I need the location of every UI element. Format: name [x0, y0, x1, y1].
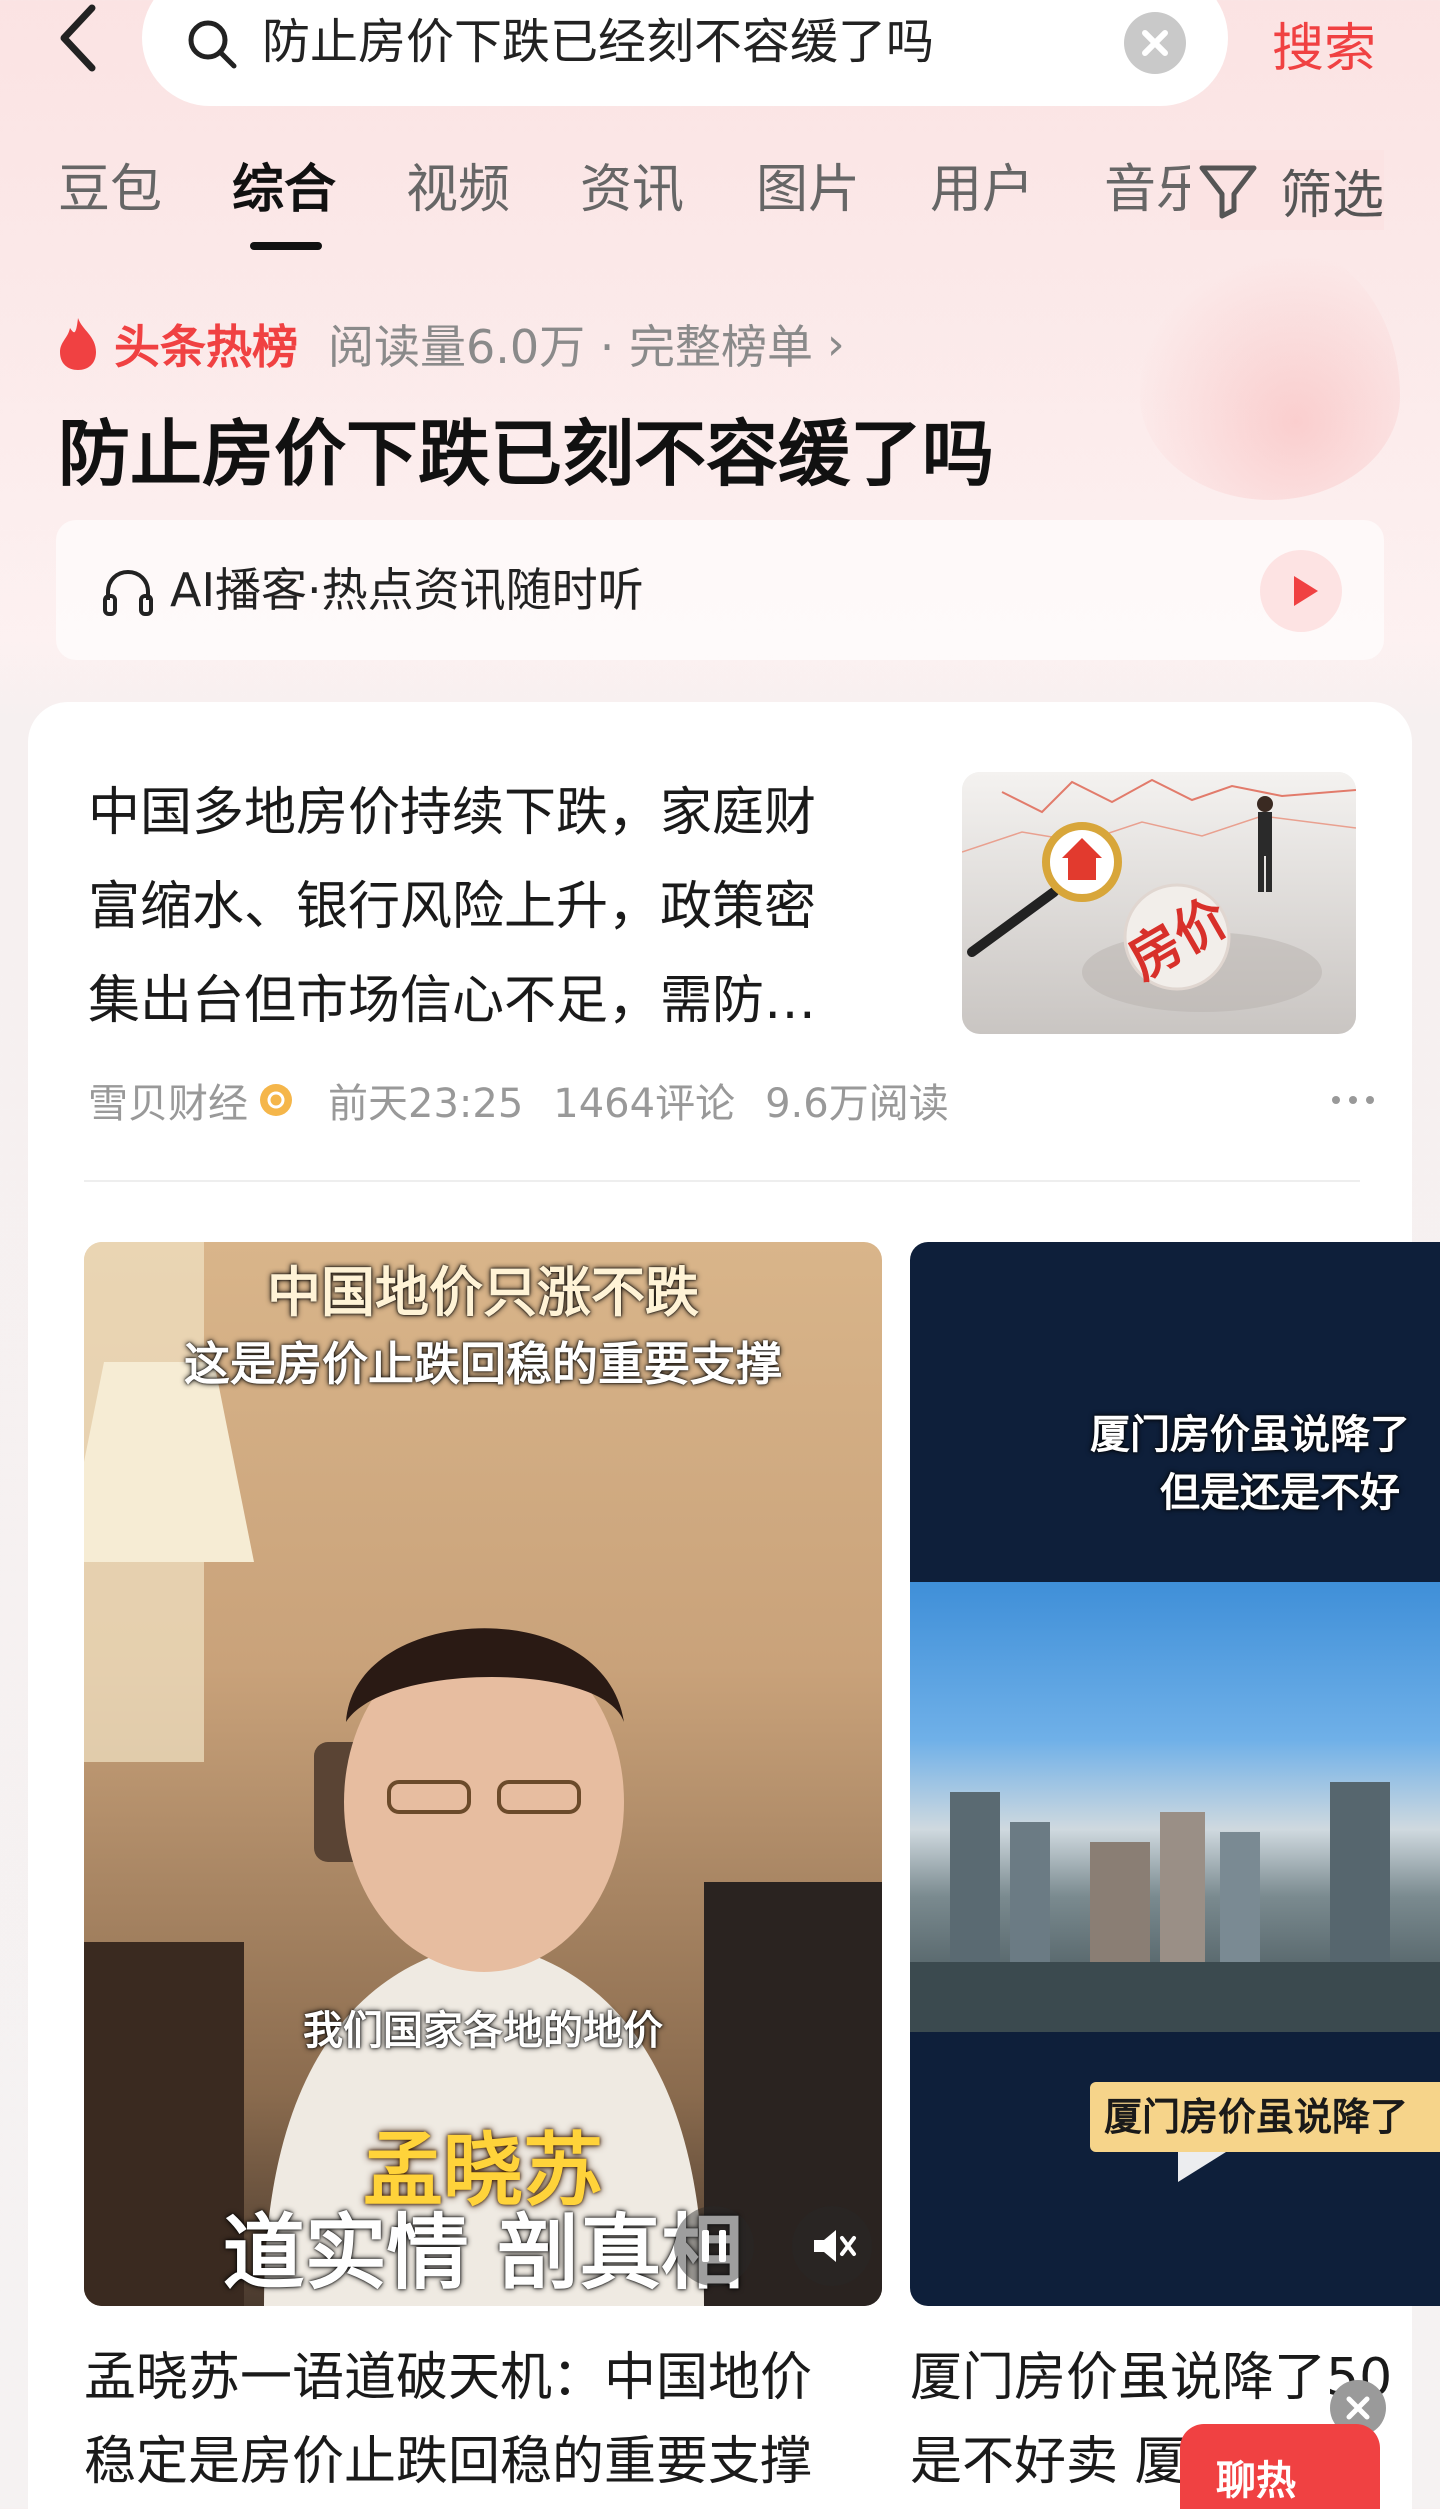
skyline-image — [910, 1782, 1440, 2032]
clear-search-button[interactable] — [1124, 12, 1186, 74]
pause-icon — [702, 2230, 726, 2262]
podcast-label: AI播客·热点资讯随时听 — [170, 563, 644, 617]
hot-list-meta: 阅读量6.0万 · 完整榜单 — [328, 320, 814, 374]
active-tab-indicator — [250, 242, 322, 250]
video-1-title-line: 孟晓苏一语道破天机：中国地价 — [84, 2348, 813, 2408]
tab-video[interactable]: 视频 — [406, 150, 510, 230]
search-query-text[interactable]: 防止房价下跌已经刻不容缓了吗 — [262, 12, 934, 72]
search-header: 防止房价下跌已经刻不容缓了吗 搜索 — [0, 0, 1440, 120]
filter-label: 筛选 — [1280, 165, 1385, 226]
podcast-play-button[interactable] — [1260, 550, 1342, 632]
background-flame-decoration — [1140, 240, 1400, 500]
article-title[interactable]: 中国多地房价持续下跌，家庭财 富缩水、银行风险上升，政策密 集出台但市场信心不足… — [88, 766, 938, 1048]
article-reads: 9.6万阅读 — [765, 1081, 949, 1127]
video-1-overlay-line2: 这是房价止跌回稳的重要支撑 — [184, 1337, 782, 1391]
video-1-subtitle: 我们国家各地的地价 — [303, 2008, 663, 2054]
article-time: 前天23:25 — [328, 1081, 524, 1127]
filter-icon — [1199, 165, 1257, 219]
article-meta: 雪贝财经 前天23:25 1464评论 9.6万阅读 — [88, 1070, 949, 1130]
video-2-overlay-line1: 厦门房价虽说降了 — [1090, 1412, 1410, 1458]
hot-list-badge: 头条热榜 — [114, 320, 298, 374]
verified-badge-icon — [260, 1084, 292, 1116]
play-icon — [1294, 576, 1318, 606]
video-2-city-image — [910, 1582, 1440, 2182]
article-title-line: 富缩水、银行风险上升，政策密 — [88, 877, 817, 937]
chevron-right-icon: › — [827, 318, 845, 370]
more-options-icon[interactable] — [1328, 1082, 1378, 1118]
house-price-magnifier-image: 房价 — [962, 772, 1356, 1034]
article-title-line: 中国多地房价持续下跌，家庭财 — [88, 783, 817, 843]
article-comments: 1464评论 — [553, 1081, 736, 1127]
video-2-caption: 厦门房价虽说降了 — [1090, 2082, 1440, 2152]
flame-icon — [60, 318, 96, 370]
article-thumbnail[interactable]: 房价 — [962, 772, 1356, 1034]
hot-list-link[interactable]: 头条热榜 阅读量6.0万 · 完整榜单 › — [56, 312, 845, 376]
tab-users[interactable]: 用户 — [930, 150, 1034, 230]
chat-hot-button[interactable]: 聊热 — [1180, 2424, 1380, 2509]
video-card-2[interactable]: 厦门房价虽说降了 但是还是不好 厦门房价虽说降了 — [910, 1242, 1440, 2306]
video-card-1[interactable]: 中国地价只涨不跌 这是房价止跌回稳的重要支撑 我们国家各地的地价 孟晓苏 道实情… — [84, 1242, 882, 2306]
tab-images[interactable]: 图片 — [756, 150, 860, 230]
article-source[interactable]: 雪贝财经 — [88, 1071, 248, 1129]
muted-speaker-icon — [814, 2230, 856, 2262]
video-2-overlay-line2: 但是还是不好 — [1160, 1470, 1400, 1516]
filter-button[interactable]: 筛选 — [1190, 150, 1385, 230]
hot-headline[interactable]: 防止房价下跌已刻不容缓了吗 — [58, 404, 994, 504]
search-submit-button[interactable]: 搜索 — [1272, 6, 1376, 81]
mute-button[interactable] — [792, 2206, 872, 2286]
tab-music[interactable]: 音乐 — [1104, 150, 1190, 230]
back-button[interactable] — [50, 0, 120, 80]
results-card: 中国多地房价持续下跌，家庭财 富缩水、银行风险上升，政策密 集出台但市场信心不足… — [28, 702, 1440, 2509]
ai-podcast-bar[interactable]: AI播客·热点资讯随时听 — [56, 520, 1384, 660]
chevron-left-icon — [60, 4, 96, 72]
pause-button[interactable] — [674, 2206, 754, 2286]
divider — [84, 1180, 1360, 1182]
video-1-overlay-line1: 中国地价只涨不跌 — [267, 1261, 699, 1324]
tab-doubao[interactable]: 豆包 — [58, 150, 162, 230]
tab-general[interactable]: 综合 — [232, 150, 336, 230]
close-icon — [1142, 30, 1168, 56]
search-input[interactable]: 防止房价下跌已经刻不容缓了吗 — [142, 0, 1228, 106]
tab-news[interactable]: 资讯 — [580, 150, 684, 230]
headphones-icon — [103, 569, 153, 616]
video-1-title-line: 稳定是房价止跌回稳的重要支撑 — [84, 2432, 813, 2492]
video-1-tagline: 道实情 剖真相 — [222, 2206, 744, 2301]
search-icon — [188, 20, 237, 69]
article-title-line: 集出台但市场信心不足，需防… — [88, 971, 817, 1031]
video-1-title[interactable]: 孟晓苏一语道破天机：中国地价 稳定是房价止跌回稳的重要支撑 — [84, 2336, 894, 2504]
